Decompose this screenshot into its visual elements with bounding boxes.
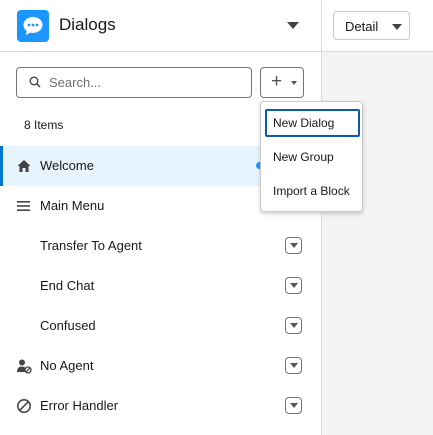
- chevron-down-icon: [392, 24, 402, 30]
- menu-item-import-block[interactable]: Import a Block: [265, 177, 360, 205]
- view-select-label: Detail: [345, 19, 379, 34]
- item-actions-button[interactable]: [285, 357, 302, 374]
- item-actions-button[interactable]: [285, 277, 302, 294]
- detail-panel: [322, 0, 433, 435]
- add-menu-dropdown: New Dialog New Group Import a Block: [260, 101, 363, 212]
- no-agent-icon: [17, 359, 32, 374]
- chat-bubble-icon: [17, 10, 49, 42]
- list-item-label: Error Handler: [40, 398, 119, 413]
- page-title: Dialogs: [59, 15, 116, 34]
- list-item-confused[interactable]: Confused: [0, 306, 320, 346]
- item-actions-button[interactable]: [285, 237, 302, 254]
- add-button[interactable]: +: [260, 67, 304, 98]
- search-icon: [29, 76, 41, 88]
- list-item-label: End Chat: [40, 278, 95, 293]
- menu-item-label: New Dialog: [273, 116, 335, 130]
- list-item-label: Transfer To Agent: [40, 238, 142, 253]
- list-item-label: Confused: [40, 318, 96, 333]
- menu-item-new-group[interactable]: New Group: [265, 143, 360, 171]
- view-select[interactable]: Detail: [333, 11, 410, 40]
- menu-item-new-dialog[interactable]: New Dialog: [265, 109, 360, 137]
- ban-icon: [17, 399, 31, 413]
- item-actions-button[interactable]: [285, 397, 302, 414]
- plus-icon: +: [271, 71, 283, 92]
- item-actions-button[interactable]: [285, 317, 302, 334]
- menu-icon: [17, 201, 30, 211]
- list-item-no-agent[interactable]: No Agent: [0, 346, 320, 386]
- panel-header: Dialogs: [0, 0, 321, 52]
- chevron-down-icon: [291, 81, 297, 85]
- search-box[interactable]: [16, 67, 252, 98]
- list-item-end-chat[interactable]: End Chat: [0, 266, 320, 306]
- list-item-error-handler[interactable]: Error Handler: [0, 386, 320, 426]
- home-icon: [17, 160, 31, 172]
- list-item-label: Welcome: [40, 158, 94, 173]
- list-item-transfer-to-agent[interactable]: Transfer To Agent: [0, 226, 320, 266]
- menu-item-label: Import a Block: [273, 184, 350, 198]
- search-input[interactable]: [49, 72, 239, 92]
- list-item-label: Main Menu: [40, 198, 105, 213]
- list-item-label: No Agent: [40, 358, 94, 373]
- item-count: 8 Items: [24, 118, 64, 132]
- menu-item-label: New Group: [273, 150, 334, 164]
- title-dropdown-icon[interactable]: [287, 22, 299, 29]
